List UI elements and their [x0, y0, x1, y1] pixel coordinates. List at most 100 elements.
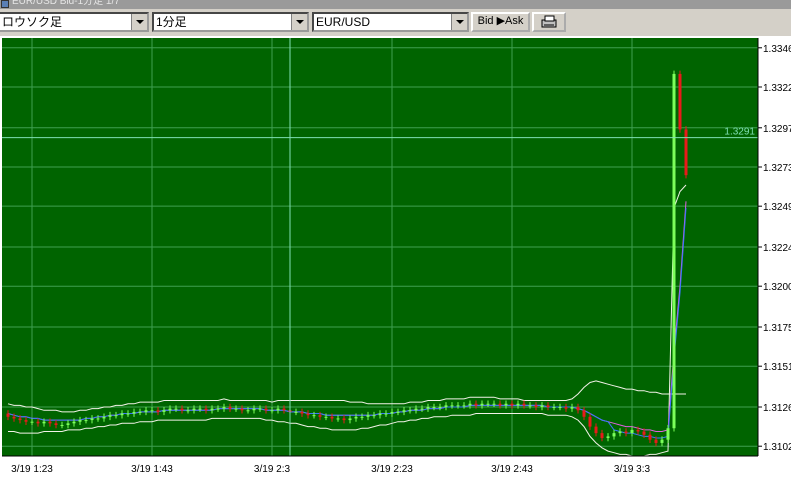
- chevron-down-icon[interactable]: [451, 14, 467, 30]
- candle-body: [258, 408, 262, 410]
- candle-body: [294, 411, 298, 413]
- x-tick-label: 3/19 1:43: [131, 464, 173, 475]
- y-tick-label: 1.3249: [763, 202, 791, 213]
- y-tick-label: 1.3175: [763, 323, 791, 334]
- x-tick-label: 3/19 1:23: [11, 464, 53, 475]
- candle-body: [228, 407, 232, 409]
- title-bar: EUR/USD Bid-1分足 1/7: [0, 0, 791, 9]
- candle-body: [534, 405, 538, 408]
- price-chart[interactable]: 1.3291 1.3346 1.3322 1.3297 1.3273 1.3249 1.3…: [0, 36, 791, 486]
- timeframe-value: 1分足: [156, 15, 187, 29]
- candle-body: [282, 408, 286, 411]
- candle-body: [186, 410, 190, 412]
- candle-body: [312, 415, 316, 417]
- candle-body: [432, 407, 436, 409]
- candle-body: [78, 420, 82, 422]
- candle-body: [606, 436, 610, 439]
- candle-body: [132, 411, 136, 414]
- candle-body: [462, 405, 466, 407]
- candle-body: [96, 418, 100, 420]
- y-tick-label: 1.3151: [763, 362, 791, 373]
- candle-body: [492, 403, 496, 405]
- y-tick-label: 1.3322: [763, 83, 791, 94]
- candle-body: [42, 421, 46, 424]
- candle-body: [588, 416, 592, 427]
- candle-body: [612, 433, 616, 437]
- candle-body: [318, 415, 322, 417]
- candle-body: [240, 408, 244, 411]
- candle-body: [672, 73, 676, 429]
- crosshair-price-label: 1.3291: [724, 127, 755, 138]
- candle-body: [558, 407, 562, 409]
- candle-body: [30, 421, 34, 423]
- candle-body: [348, 418, 352, 421]
- candle-body: [378, 413, 382, 416]
- candle-body: [336, 418, 340, 420]
- chart-window-icon: [1, 0, 9, 8]
- candle-body: [174, 408, 178, 410]
- candle-body: [24, 420, 28, 422]
- candle-body: [246, 410, 250, 412]
- candle-body: [570, 407, 574, 409]
- candle-body: [222, 407, 226, 409]
- candle-body: [438, 407, 442, 409]
- candle-body: [144, 410, 148, 412]
- candle-body: [516, 403, 520, 406]
- x-tick-label: 3/19 3:3: [614, 464, 651, 475]
- candle-body: [474, 403, 478, 406]
- chevron-down-icon[interactable]: [291, 14, 307, 30]
- candle-body: [354, 416, 358, 419]
- candle-body: [498, 403, 502, 406]
- x-tick-label: 3/19 2:3: [254, 464, 291, 475]
- toolbar: ロウソク足 1分足 EUR/USD Bid ▶Ask: [0, 9, 791, 36]
- candle-body: [426, 407, 430, 409]
- candle-body: [552, 407, 556, 409]
- window-title: EUR/USD Bid-1分足 1/7: [12, 0, 120, 7]
- candle-body: [396, 411, 400, 413]
- candle-body: [168, 408, 172, 411]
- chart-type-select[interactable]: ロウソク足: [0, 12, 149, 32]
- print-button[interactable]: [532, 12, 566, 32]
- y-tick-label: 1.3273: [763, 163, 791, 174]
- candle-body: [126, 413, 130, 415]
- y-tick-label: 1.3224: [763, 243, 791, 254]
- candle-body: [150, 410, 154, 412]
- candle-body: [666, 428, 670, 440]
- candle-body: [624, 431, 628, 434]
- candle-body: [384, 413, 388, 415]
- candle-body: [66, 423, 70, 425]
- candle-body: [60, 424, 64, 426]
- candle-body: [684, 129, 688, 176]
- candle-body: [450, 405, 454, 407]
- candle-body: [210, 408, 214, 411]
- candle-body: [510, 403, 514, 406]
- candle-body: [84, 420, 88, 422]
- candle-body: [522, 403, 526, 406]
- candle-body: [372, 415, 376, 417]
- pair-value: EUR/USD: [316, 15, 371, 29]
- candle-body: [54, 423, 58, 425]
- pair-select[interactable]: EUR/USD: [312, 12, 469, 32]
- candle-body: [330, 416, 334, 419]
- candle-body: [642, 431, 646, 435]
- y-tick-label: 1.3102: [763, 442, 791, 453]
- candle-body: [564, 407, 568, 409]
- candle-body: [648, 434, 652, 440]
- candle-body: [36, 421, 40, 424]
- candle-body: [576, 407, 580, 411]
- bid-ask-toggle-button[interactable]: Bid ▶Ask: [471, 12, 530, 32]
- candle-body: [582, 410, 586, 417]
- timeframe-select[interactable]: 1分足: [152, 12, 309, 32]
- candle-body: [192, 408, 196, 411]
- candle-body: [90, 418, 94, 421]
- candle-body: [456, 405, 460, 407]
- chevron-down-icon[interactable]: [131, 14, 147, 30]
- candle-body: [180, 408, 184, 411]
- candle-body: [6, 413, 10, 417]
- candle-body: [540, 405, 544, 408]
- print-icon: [541, 15, 557, 28]
- candle-body: [630, 429, 634, 434]
- candle-body: [114, 415, 118, 417]
- candle-body: [546, 405, 550, 408]
- candle-body: [12, 416, 16, 419]
